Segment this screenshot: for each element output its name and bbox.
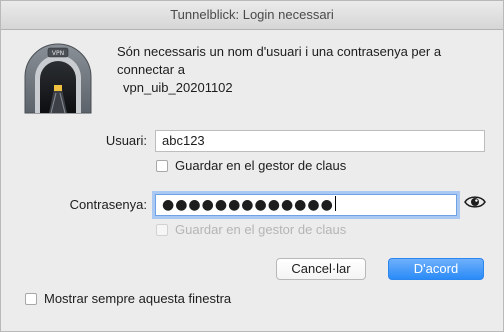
eye-icon[interactable] [464, 194, 486, 210]
cancel-button[interactable]: Cancel·lar [276, 258, 366, 280]
save-password-label: Guardar en el gestor de claus [175, 222, 347, 237]
always-show-checkbox[interactable] [25, 293, 37, 305]
login-message: Són necessaris un nom d'usuari i una con… [117, 43, 487, 97]
username-value: abc123 [162, 133, 205, 148]
login-dialog: Tunnelblick: Login necessari VPN Són nec… [0, 0, 504, 332]
username-label: Usuari: [105, 133, 147, 148]
save-username-checkbox[interactable] [156, 160, 168, 172]
save-username-checkbox-row[interactable]: Guardar en el gestor de claus [156, 158, 346, 174]
save-password-checkbox-row: Guardar en el gestor de claus [156, 222, 346, 238]
message-line-2: connectar a [117, 62, 185, 77]
password-masked-value: ●●●●●●●●●●●●● [162, 197, 334, 213]
save-username-label[interactable]: Guardar en el gestor de claus [175, 158, 346, 174]
logo-badge-text: VPN [52, 50, 64, 57]
ok-button[interactable]: D'acord [388, 258, 484, 280]
username-field[interactable]: abc123 [155, 130, 485, 152]
save-password-checkbox [156, 224, 168, 236]
message-line-1: Són necessaris un nom d'usuari i una con… [117, 44, 442, 59]
text-caret [334, 196, 336, 211]
always-show-label[interactable]: Mostrar sempre aquesta finestra [44, 291, 231, 307]
always-show-checkbox-row[interactable]: Mostrar sempre aquesta finestra [25, 291, 231, 307]
password-field[interactable]: ●●●●●●●●●●●●● [155, 194, 457, 216]
password-label: Contrasenya: [69, 197, 147, 212]
tunnelblick-logo-icon: VPN [24, 43, 92, 114]
window-title: Tunnelblick: Login necessari [1, 1, 503, 30]
connection-name: vpn_uib_20201102 [123, 80, 233, 95]
